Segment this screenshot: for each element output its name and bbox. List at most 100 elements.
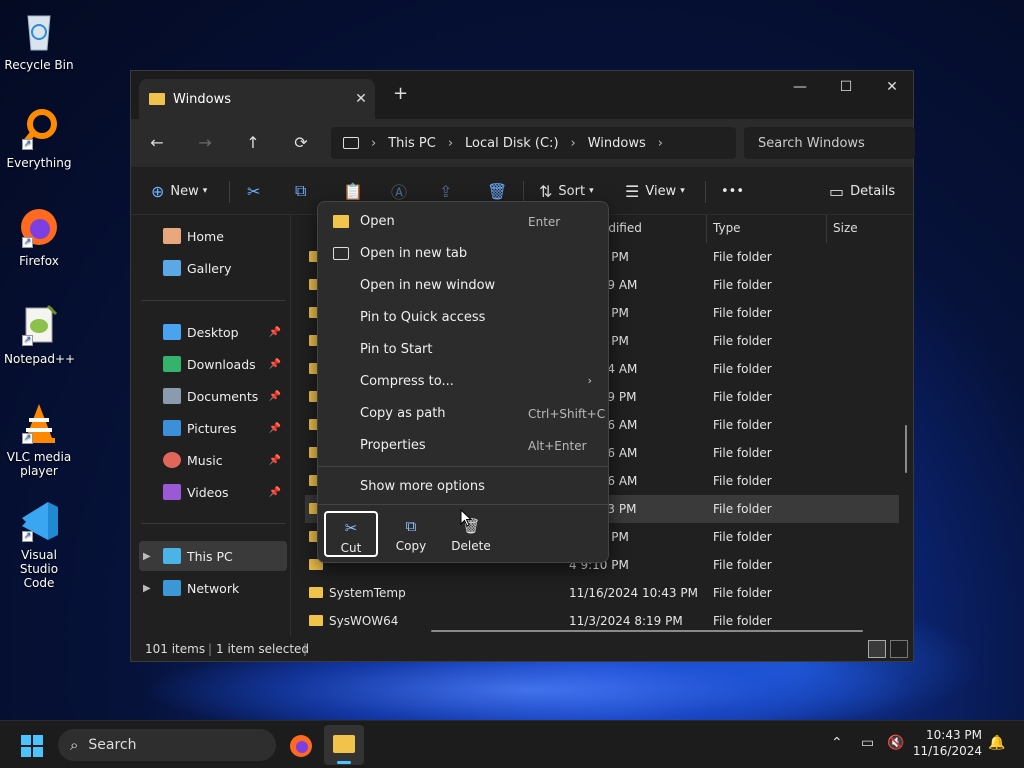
chevron-up-icon[interactable]: ⌃ — [831, 735, 843, 751]
column-type[interactable]: Type — [713, 221, 741, 235]
sidebar-item-videos[interactable]: Videos 📌 — [139, 477, 287, 507]
column-size[interactable]: Size — [833, 221, 858, 235]
pin-icon: 📌 — [268, 390, 281, 402]
desktop-icon-vscode[interactable]: ↗ Visual Studio Code — [4, 498, 74, 590]
breadcrumb-windows[interactable]: Windows — [588, 136, 646, 151]
desktop-icon-recycle-bin[interactable]: Recycle Bin — [4, 8, 74, 72]
quick-action-copy[interactable]: ⧉ Copy — [384, 511, 438, 557]
row-type: File folder — [713, 390, 772, 404]
new-button[interactable]: ⊕ New ▾ — [151, 179, 207, 203]
desktop-icon-firefox[interactable]: ↗ Firefox — [4, 204, 74, 268]
gallery-icon — [163, 260, 181, 276]
sidebar-item-label: This PC — [187, 548, 233, 564]
menu-item-label: Pin to Start — [360, 342, 433, 357]
horizontal-scrollbar[interactable] — [431, 630, 863, 632]
menu-item-open-new-window[interactable]: Open in new window — [322, 270, 606, 300]
row-type: File folder — [713, 502, 772, 516]
menu-item-pin-quick-access[interactable]: Pin to Quick access — [322, 302, 606, 332]
system-clock[interactable]: 10:43 PM 11/16/2024 — [913, 727, 982, 759]
sidebar-item-documents[interactable]: Documents 📌 — [139, 381, 287, 411]
breadcrumb-local-disk[interactable]: Local Disk (C:) — [465, 136, 558, 151]
pictures-folder-icon — [163, 420, 181, 436]
menu-item-properties[interactable]: Properties Alt+Enter — [322, 430, 606, 460]
menu-item-compress[interactable]: Compress to... › — [322, 366, 606, 396]
pin-icon: 📌 — [268, 358, 281, 370]
sidebar-item-this-pc[interactable]: ▶ This PC — [139, 541, 287, 571]
paste-button[interactable]: 📋 — [343, 179, 369, 203]
tab-windows[interactable]: Windows ✕ — [139, 79, 375, 119]
sidebar-item-label: Music — [187, 452, 223, 468]
breadcrumb-this-pc[interactable]: This PC — [388, 136, 436, 151]
sidebar-item-network[interactable]: ▶ Network — [139, 573, 287, 603]
back-button[interactable]: ← — [145, 131, 169, 155]
sidebar-item-pictures[interactable]: Pictures 📌 — [139, 413, 287, 443]
tiles-view-toggle[interactable] — [890, 640, 908, 658]
desktop-icon-vlc[interactable]: ↗ VLC media player — [4, 400, 74, 478]
breadcrumb-separator: › — [657, 135, 663, 151]
menu-item-label: Compress to... — [360, 374, 454, 389]
vertical-scrollbar[interactable] — [905, 425, 907, 473]
desktop-icon-notepadpp[interactable]: ↗ Notepad++ — [4, 302, 75, 366]
taskbar-file-explorer[interactable] — [324, 725, 364, 765]
breadcrumb-separator: › — [371, 135, 377, 151]
volume-muted-icon[interactable]: 🔇 — [887, 735, 904, 751]
menu-item-copy-as-path[interactable]: Copy as path Ctrl+Shift+C — [322, 398, 606, 428]
rename-button[interactable]: Ⓐ — [391, 179, 413, 203]
sidebar-item-downloads[interactable]: Downloads 📌 — [139, 349, 287, 379]
new-tab-button[interactable]: + — [393, 83, 408, 104]
forward-button[interactable]: → — [193, 131, 217, 155]
shortcut-arrow-icon: ↗ — [22, 335, 33, 346]
quick-action-label: Copy — [395, 539, 427, 553]
sidebar-item-desktop[interactable]: Desktop 📌 — [139, 317, 287, 347]
table-row[interactable]: SystemTemp 11/16/2024 10:43 PM File folder — [305, 579, 899, 607]
cut-button[interactable]: ✂ — [247, 179, 266, 203]
menu-item-open[interactable]: Open Enter — [322, 206, 606, 236]
videos-folder-icon — [163, 484, 181, 500]
status-divider: | — [208, 642, 213, 656]
tab-title: Windows — [173, 91, 232, 107]
quick-action-cut[interactable]: ✂ Cut — [324, 511, 378, 557]
sidebar-item-gallery[interactable]: Gallery — [139, 253, 287, 283]
selection-count: 1 item selected — [216, 642, 310, 656]
sidebar-item-label: Desktop — [187, 324, 239, 340]
rename-icon: Ⓐ — [391, 183, 408, 202]
sort-button[interactable]: ⇅ Sort ▾ — [539, 179, 594, 203]
minimize-button[interactable]: — — [777, 71, 823, 103]
network-status-icon[interactable]: ▭ — [861, 735, 874, 751]
close-window-button[interactable]: ✕ — [869, 71, 915, 103]
menu-item-open-new-tab[interactable]: Open in new tab — [322, 238, 606, 268]
new-tab-icon — [333, 247, 349, 260]
notification-bell-icon[interactable]: 🔔 — [988, 735, 1005, 751]
sidebar-item-home[interactable]: Home — [139, 221, 287, 251]
share-button[interactable]: ⇪ — [439, 179, 458, 203]
maximize-button[interactable]: ☐ — [823, 71, 869, 103]
up-button[interactable]: ↑ — [241, 131, 265, 155]
address-bar[interactable]: › This PC › Local Disk (C:) › Windows › — [331, 127, 736, 159]
taskbar-firefox[interactable] — [288, 733, 314, 759]
details-view-toggle[interactable] — [868, 640, 886, 658]
network-icon — [163, 580, 181, 596]
vlc-icon: ↗ — [16, 400, 62, 446]
copy-button[interactable]: ⧉ — [295, 179, 312, 203]
menu-item-show-more-options[interactable]: Show more options — [322, 471, 606, 501]
search-input[interactable]: Search Windows — [744, 127, 915, 159]
sort-label: Sort — [558, 183, 586, 199]
toolbar-divider — [523, 181, 524, 203]
view-button[interactable]: ☰ View ▾ — [625, 179, 685, 203]
details-pane-button[interactable]: ▭ Details — [829, 179, 895, 203]
menu-item-shortcut: Alt+Enter — [528, 439, 587, 453]
copy-icon: ⧉ — [405, 517, 417, 535]
desktop-icon-label: Firefox — [19, 254, 59, 268]
delete-button[interactable]: 🗑 — [487, 179, 513, 203]
refresh-button[interactable]: ⟳ — [289, 131, 313, 155]
more-options-button[interactable]: ••• — [721, 179, 744, 203]
folder-icon — [333, 215, 349, 228]
menu-item-pin-to-start[interactable]: Pin to Start — [322, 334, 606, 364]
folder-icon — [149, 93, 165, 105]
taskbar-search[interactable]: ⌕ Search — [58, 729, 276, 761]
start-button[interactable] — [20, 734, 44, 758]
sidebar-item-music[interactable]: Music 📌 — [139, 445, 287, 475]
desktop-icon-everything[interactable]: ↗ Everything — [4, 106, 74, 170]
close-tab-icon[interactable]: ✕ — [347, 91, 375, 107]
details-pane-icon: ▭ — [829, 181, 845, 201]
